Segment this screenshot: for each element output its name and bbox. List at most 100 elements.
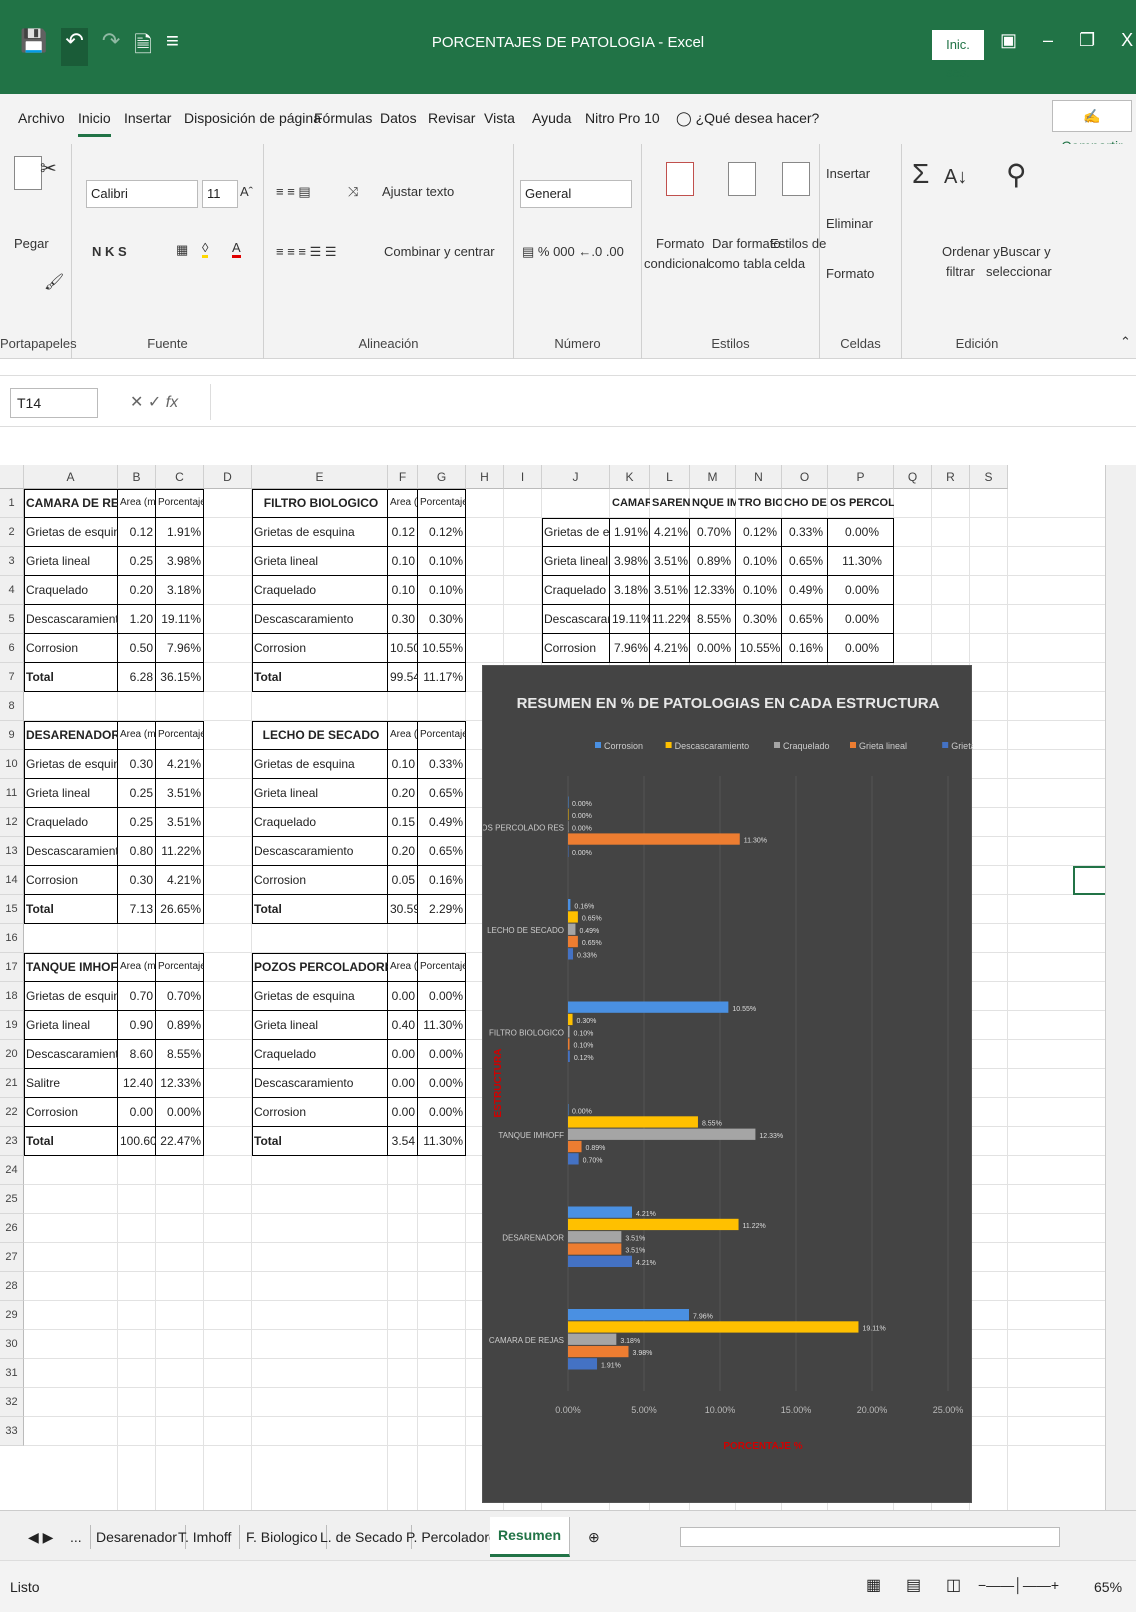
horizontal-scrollbar[interactable] <box>680 1527 1060 1547</box>
cell[interactable]: OS PERCOLADORES <box>828 489 894 518</box>
cell[interactable]: FILTRO BIOLOGICO <box>252 489 388 518</box>
cell[interactable]: 4.21% <box>156 750 204 779</box>
cell[interactable]: 0.16% <box>782 634 828 663</box>
vertical-scrollbar[interactable] <box>1105 465 1136 1510</box>
cell[interactable]: CAMARA DE RE <box>610 489 650 518</box>
cell[interactable]: SARENAD <box>650 489 690 518</box>
cell[interactable]: Area (m2 <box>118 953 156 982</box>
cell[interactable]: 99.54 <box>388 663 418 692</box>
cell[interactable]: Craquelado <box>542 576 610 605</box>
sort-filter-label2[interactable]: filtrar <box>946 264 975 279</box>
font-color-icon[interactable]: A <box>232 240 241 258</box>
cell[interactable]: Grietas de esquin <box>542 518 610 547</box>
cell[interactable]: 0.70% <box>156 982 204 1011</box>
cell[interactable]: 0.33% <box>418 750 466 779</box>
cell[interactable]: 12.33% <box>156 1069 204 1098</box>
paste-icon[interactable] <box>14 156 42 190</box>
column-header[interactable]: N <box>736 465 782 489</box>
row-header[interactable]: 25 <box>0 1185 24 1214</box>
scroll-tabs-icon[interactable]: ◀ ▶ <box>20 1525 61 1549</box>
share-button[interactable]: ✍ Compartir <box>1052 100 1132 154</box>
font-name-select[interactable]: Calibri <box>86 180 198 208</box>
cell[interactable]: 0.00% <box>828 576 894 605</box>
cell[interactable]: 0.20 <box>118 576 156 605</box>
cell[interactable]: 0.40 <box>388 1011 418 1040</box>
cell[interactable]: CHO DE SEC <box>782 489 828 518</box>
currency-icon[interactable]: ▤ % 000 ←.0 .00 <box>522 244 624 260</box>
column-header[interactable]: S <box>970 465 1008 489</box>
cell[interactable]: Total <box>252 1127 388 1156</box>
cell[interactable]: Corrosion <box>24 866 118 895</box>
cell[interactable]: 7.13 <box>118 895 156 924</box>
page-layout-icon[interactable]: ▤ <box>906 1575 921 1595</box>
zoom-level[interactable]: 65% <box>1094 1579 1122 1595</box>
row-header[interactable]: 29 <box>0 1301 24 1330</box>
cell[interactable]: Grieta lineal <box>252 1011 388 1040</box>
cell[interactable]: Corrosion <box>252 634 388 663</box>
sort-filter-label[interactable]: Ordenar y <box>942 244 1000 259</box>
cell[interactable]: 11.17% <box>418 663 466 692</box>
cell[interactable]: Descascaramiento <box>24 837 118 866</box>
minimize-icon[interactable]: – <box>1043 30 1053 51</box>
column-header[interactable]: J <box>542 465 610 489</box>
cell[interactable]: Grieta lineal <box>24 1011 118 1040</box>
close-icon[interactable]: X <box>1121 30 1133 51</box>
row-header[interactable]: 3 <box>0 547 24 576</box>
column-header[interactable]: L <box>650 465 690 489</box>
ribbon-display-icon[interactable]: ▣ <box>1000 30 1017 51</box>
cell[interactable]: 0.65% <box>418 837 466 866</box>
cell[interactable]: 0.15 <box>388 808 418 837</box>
cell[interactable]: Grietas de esquina <box>24 750 118 779</box>
cell[interactable]: 0.00% <box>418 1040 466 1069</box>
cell[interactable]: 0.70 <box>118 982 156 1011</box>
sort-icon[interactable]: A↓ <box>944 166 967 189</box>
cell[interactable]: 0.00% <box>418 1069 466 1098</box>
cell[interactable]: Corrosion <box>24 1098 118 1127</box>
cell[interactable]: 0.20 <box>388 837 418 866</box>
row-header[interactable]: 6 <box>0 634 24 663</box>
cell[interactable]: 0.50 <box>118 634 156 663</box>
cell[interactable]: 11.30% <box>418 1011 466 1040</box>
cell[interactable]: 0.05 <box>388 866 418 895</box>
cell[interactable]: Salitre <box>24 1069 118 1098</box>
sheet-tab-more[interactable]: ... <box>62 1525 91 1549</box>
autosum-icon[interactable]: Σ <box>912 158 929 190</box>
cell[interactable]: 7.96% <box>156 634 204 663</box>
cell[interactable]: 4.21% <box>156 866 204 895</box>
align-center-icon[interactable]: ≡ ≡ ≡ ☰ ☰ <box>276 244 337 260</box>
row-header[interactable]: 8 <box>0 692 24 721</box>
cell[interactable]: Grieta lineal <box>542 547 610 576</box>
cell[interactable]: Total <box>24 1127 118 1156</box>
cell[interactable]: Corrosion <box>252 866 388 895</box>
cell[interactable]: 3.98% <box>610 547 650 576</box>
cell[interactable]: Porcentaje % <box>156 489 204 518</box>
cell[interactable]: 0.30 <box>118 866 156 895</box>
cell[interactable]: 11.30% <box>828 547 894 576</box>
cell[interactable]: 0.80 <box>118 837 156 866</box>
row-header[interactable]: 28 <box>0 1272 24 1301</box>
tab-revisar[interactable]: Revisar <box>428 110 475 126</box>
row-header[interactable]: 15 <box>0 895 24 924</box>
cell[interactable]: 0.16% <box>418 866 466 895</box>
page-break-icon[interactable]: ◫ <box>946 1575 961 1595</box>
cell[interactable]: 3.54 <box>388 1127 418 1156</box>
cell[interactable]: 8.60 <box>118 1040 156 1069</box>
cell[interactable]: 8.55% <box>690 605 736 634</box>
cell[interactable]: POZOS PERCOLADORES <box>252 953 388 982</box>
paste-label[interactable]: Pegar <box>14 236 49 251</box>
row-header[interactable]: 31 <box>0 1359 24 1388</box>
cell[interactable]: Area (m2 <box>388 953 418 982</box>
row-header[interactable]: 7 <box>0 663 24 692</box>
column-header[interactable]: P <box>828 465 894 489</box>
cell[interactable]: 100.60 <box>118 1127 156 1156</box>
sheet-tab-imhoff[interactable]: T. Imhoff <box>170 1525 241 1549</box>
cell[interactable]: 3.51% <box>650 547 690 576</box>
cell[interactable]: 0.10 <box>388 576 418 605</box>
cell[interactable]: Corrosion <box>542 634 610 663</box>
conditional-format-icon[interactable] <box>666 162 694 196</box>
cell[interactable]: Descascaramient <box>542 605 610 634</box>
cell-styles-label2[interactable]: celda <box>774 256 805 271</box>
cell[interactable]: 11.22% <box>156 837 204 866</box>
cell[interactable]: 22.47% <box>156 1127 204 1156</box>
tab-vista[interactable]: Vista <box>484 110 515 126</box>
